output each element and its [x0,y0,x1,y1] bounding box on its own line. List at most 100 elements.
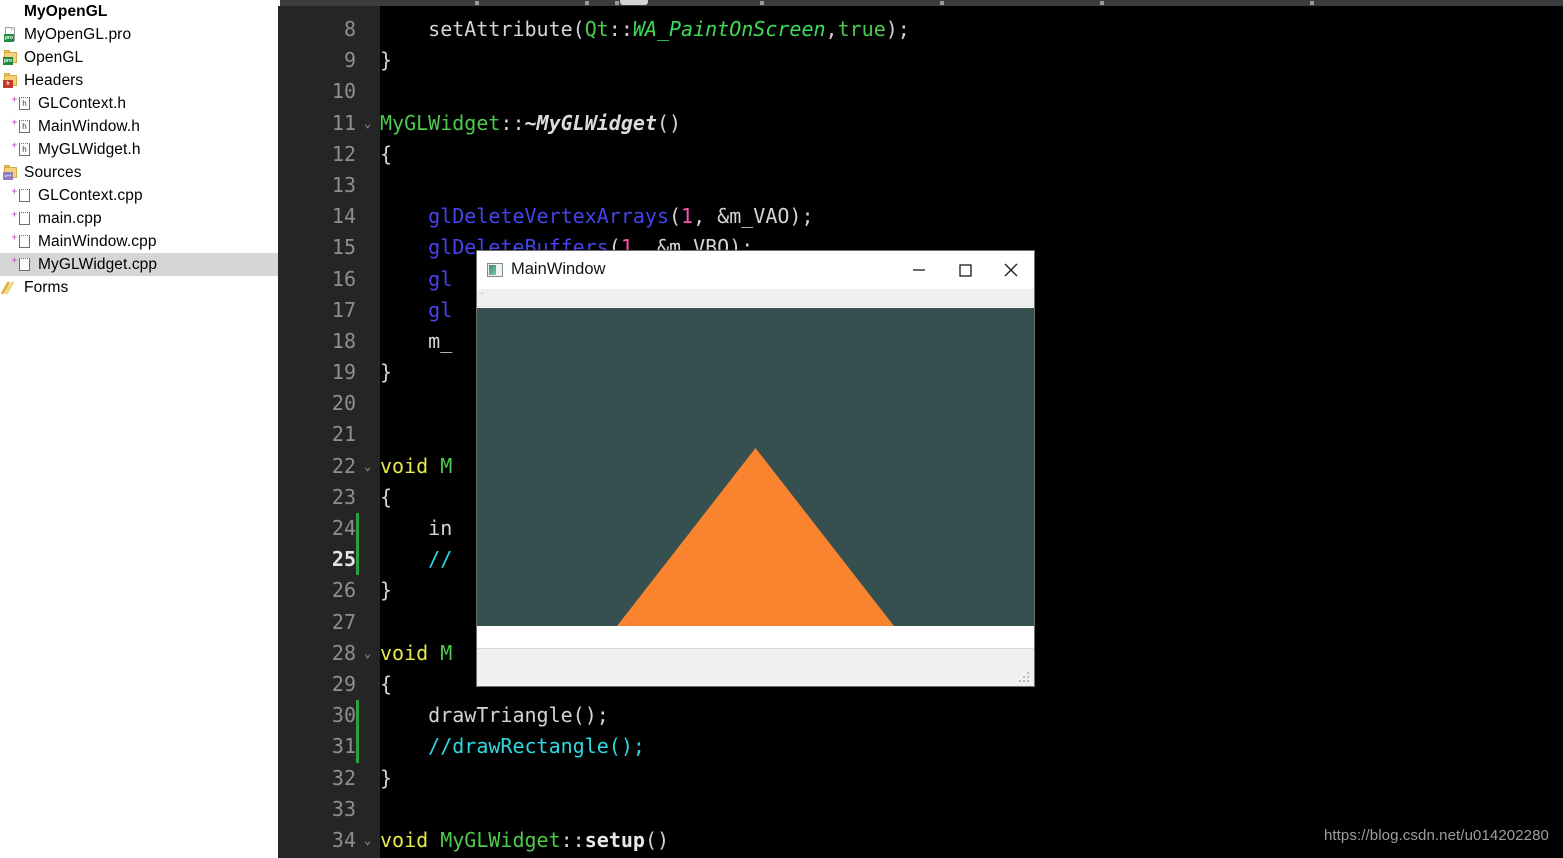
code-line-text: { [380,141,393,166]
application-icon [487,262,503,277]
resize-grip[interactable] [1019,672,1030,683]
tree-item-mainwindow-cpp[interactable]: + MainWindow.cpp [0,230,278,253]
application-window: MyOpenGL pro MyOpenGL.pro pro OpenGL h Headers… [0,0,1563,858]
tree-item-forms[interactable]: Forms [0,276,278,299]
tree-item-label: MyOpenGL.pro [24,25,132,43]
code-line[interactable]: 30 drawTriangle(); [278,700,1563,732]
code-line-text: MyGLWidget::~MyGLWidget() [380,110,682,135]
code-line[interactable]: 8 setAttribute(Qt::WA_PaintOnScreen,true… [278,14,1563,45]
line-number: 22 [331,453,356,478]
close-button[interactable] [988,251,1034,289]
tree-item-main-cpp[interactable]: + main.cpp [0,207,278,230]
fold-chevron-down-icon[interactable]: ⌄ [364,825,371,856]
mainwindow-titlebar[interactable]: MainWindow [477,251,1034,289]
minimize-icon [913,268,925,271]
fold-chevron-down-icon[interactable]: ⌄ [364,451,371,482]
line-number: 19 [331,360,356,385]
code-line-text: } [380,578,393,603]
code-line-text: void M [380,453,453,478]
no-icon [3,3,19,20]
code-line-text: } [380,48,393,73]
code-line[interactable]: 12 { [278,139,1563,170]
line-number: 31 [331,734,356,759]
tree-item-label: Sources [24,163,82,181]
tree-item-label: GLContext.h [38,94,127,112]
line-number: 20 [331,391,356,416]
line-number: 14 [331,204,356,229]
toolbar-icon-2[interactable] [585,1,589,5]
toolbar-icon-1[interactable] [475,1,479,5]
tree-item-opengl[interactable]: pro OpenGL [0,46,278,69]
tree-item-mainwindow-h[interactable]: h + MainWindow.h [0,115,278,138]
code-line-text: gl [428,297,453,322]
tree-item-label: MainWindow.cpp [38,232,157,250]
tree-item-label: MyGLWidget.h [38,140,141,158]
forms-icon [0,279,19,296]
tree-item-label: Forms [24,278,69,296]
toolbar-icon-3[interactable] [615,1,619,5]
pro-file-icon: pro [3,26,19,43]
tree-item-myopengl-pro[interactable]: pro MyOpenGL.pro [0,23,278,46]
code-line[interactable]: 14 glDeleteVertexArrays(1, &m_VAO); [278,201,1563,232]
line-number: 9 [343,48,356,73]
code-line-text: } [380,765,393,790]
cpp-file-icon: + [12,210,33,227]
mainwindow-popup[interactable]: MainWindow [476,250,1035,687]
line-number: 24 [331,516,356,540]
header-file-icon: h + [12,118,33,135]
tree-item-label: GLContext.cpp [38,186,143,204]
line-number: 32 [331,765,356,790]
cpp-file-icon: + [12,233,33,250]
folder-header-icon: h [3,72,19,89]
toolbar-icon-7[interactable] [1310,1,1314,5]
code-line-text: glDeleteVertexArrays(1, &m_VAO); [428,204,814,229]
line-number: 10 [331,79,356,104]
change-marker [356,731,359,763]
code-line-text: m_ [380,328,453,353]
code-line-text: gl [428,266,453,291]
active-tab-indicator[interactable] [620,0,648,5]
code-line[interactable]: 10 [278,76,1563,107]
tree-item-headers[interactable]: h Headers [0,69,278,92]
project-tree-sidebar: MyOpenGL pro MyOpenGL.pro pro OpenGL h Headers… [0,0,278,858]
tree-item-myopengl[interactable]: MyOpenGL [0,0,278,23]
code-line-text: void M [380,640,453,665]
folder-sources-icon: c++ [3,164,19,181]
code-line-text: drawTriangle(); [380,703,609,728]
mainwindow-statusbar [477,648,1034,686]
change-marker [356,513,359,545]
fold-chevron-down-icon[interactable]: ⌄ [364,108,371,139]
code-line[interactable]: 32} [278,763,1563,794]
line-number: 33 [331,796,356,821]
folder-green-icon: pro [3,49,19,66]
line-number: 27 [331,609,356,634]
minimize-button[interactable] [896,251,942,289]
menubar-grip[interactable] [481,293,483,302]
code-line[interactable]: 13 [278,170,1563,201]
line-number: 11 [331,110,356,135]
code-line-text: in [380,516,453,540]
maximize-button[interactable] [942,251,988,289]
tree-item-label: main.cpp [38,209,102,227]
code-line[interactable]: 11 ⌄ MyGLWidget::~MyGLWidget() [278,108,1563,139]
code-line[interactable]: 31 //drawRectangle(); [278,731,1563,763]
toolbar-icon-6[interactable] [1100,1,1104,5]
mainwindow-menubar[interactable] [477,289,1034,307]
maximize-icon [959,263,972,277]
line-number: 13 [331,172,356,197]
line-number: 8 [343,17,356,41]
line-number: 17 [331,297,356,322]
change-marker [356,700,359,732]
fold-chevron-down-icon[interactable]: ⌄ [364,638,371,669]
tree-item-myglwidget-cpp[interactable]: + MyGLWidget.cpp [0,253,278,276]
code-line[interactable]: 9} [278,45,1563,76]
tree-item-myglwidget-h[interactable]: h + MyGLWidget.h [0,138,278,161]
tree-item-sources[interactable]: c++ Sources [0,161,278,184]
cpp-file-icon: + [12,187,33,204]
toolbar-icon-5[interactable] [940,1,944,5]
code-line[interactable]: 33 [278,794,1563,825]
tree-item-glcontext-cpp[interactable]: + GLContext.cpp [0,184,278,207]
tree-item-label: MainWindow.h [38,117,140,135]
tree-item-glcontext-h[interactable]: h + GLContext.h [0,92,278,115]
toolbar-icon-4[interactable] [760,1,764,5]
